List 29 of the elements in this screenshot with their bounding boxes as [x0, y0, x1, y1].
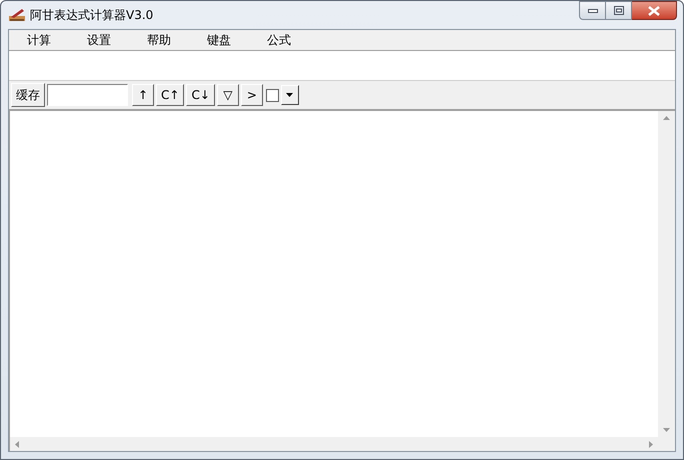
cache-button[interactable]: 缓存 — [11, 83, 45, 107]
down-arrow-icon — [663, 428, 670, 432]
restore-icon — [614, 6, 624, 15]
toolbar-button[interactable]: > — [240, 84, 263, 106]
right-arrow-icon — [649, 440, 653, 448]
maximize-button[interactable] — [606, 1, 632, 20]
toolbar-button[interactable]: ↑ — [132, 84, 154, 106]
toolbar-button[interactable]: C↓ — [186, 84, 215, 106]
menu-item[interactable]: 计算 — [17, 31, 77, 49]
close-button[interactable] — [632, 1, 677, 20]
toolbar-button[interactable]: ▽ — [216, 84, 239, 106]
checkbox[interactable] — [266, 88, 279, 102]
dropdown-button[interactable] — [280, 85, 299, 105]
vertical-scrollbar[interactable] — [658, 111, 675, 437]
menu-item[interactable]: 键盘 — [197, 31, 257, 49]
close-icon — [648, 6, 660, 16]
app-icon — [9, 8, 25, 22]
up-arrow-icon — [663, 116, 670, 120]
menu-item[interactable]: 设置 — [77, 31, 137, 49]
left-arrow-icon — [15, 440, 19, 448]
cache-input-field[interactable] — [47, 84, 128, 106]
menu-item[interactable]: 帮助 — [137, 31, 197, 49]
minimize-button[interactable] — [579, 1, 606, 20]
toolbar-button[interactable]: C↑ — [156, 84, 184, 106]
caret-icon — [286, 93, 294, 97]
menu-item[interactable]: 公式 — [257, 31, 317, 49]
window-title: 阿甘表达式计算器V3.0 — [30, 7, 154, 24]
minimize-icon — [588, 8, 598, 12]
horizontal-scrollbar[interactable] — [10, 437, 658, 451]
